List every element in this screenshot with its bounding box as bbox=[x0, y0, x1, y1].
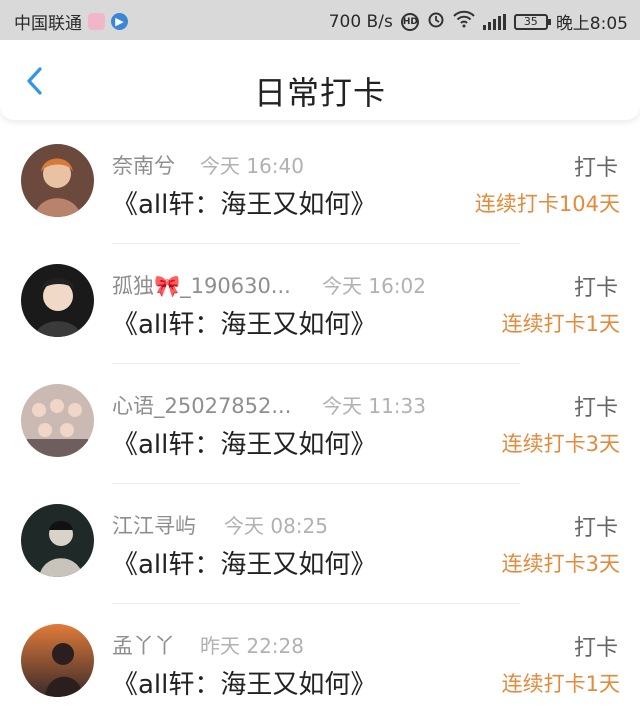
checkin-time: 今天 11:33 bbox=[322, 394, 426, 418]
wifi-icon bbox=[453, 10, 475, 33]
streak-label: 连续打卡1天 bbox=[501, 672, 620, 696]
checkin-list: 奈南兮 今天 16:40 《all轩：海王又如何》 打卡 连续打卡104天 孤独… bbox=[0, 124, 640, 724]
avatar[interactable] bbox=[21, 144, 94, 217]
book-title[interactable]: 《all轩：海王又如何》 bbox=[112, 544, 376, 581]
checkin-row[interactable]: 奈南兮 今天 16:40 《all轩：海王又如何》 打卡 连续打卡104天 bbox=[0, 124, 640, 244]
user-name[interactable]: 奈南兮 bbox=[112, 150, 175, 180]
signal-icon bbox=[482, 13, 506, 30]
page-title: 日常打卡 bbox=[253, 74, 386, 112]
book-title[interactable]: 《all轩：海王又如何》 bbox=[112, 424, 376, 461]
network-speed: 700 B/s bbox=[328, 11, 393, 32]
checkin-label: 打卡 bbox=[573, 276, 618, 301]
streak-label: 连续打卡3天 bbox=[501, 432, 620, 456]
checkin-row[interactable]: 心语_25027852... 今天 11:33 《all轩：海王又如何》 打卡 … bbox=[0, 364, 640, 484]
hd-icon: HD bbox=[400, 12, 419, 31]
checkin-time: 今天 16:40 bbox=[200, 154, 304, 178]
header: 日常打卡 bbox=[0, 40, 640, 120]
app-notification-icon bbox=[88, 13, 105, 30]
avatar[interactable] bbox=[21, 264, 94, 337]
streak-label: 连续打卡3天 bbox=[501, 552, 620, 576]
user-name[interactable]: 孤独🎀_190630... bbox=[112, 270, 291, 300]
user-name[interactable]: 心语_25027852... bbox=[112, 390, 291, 420]
avatar[interactable] bbox=[21, 624, 94, 697]
streak-label: 连续打卡104天 bbox=[474, 192, 620, 216]
avatar[interactable] bbox=[21, 384, 94, 457]
avatar[interactable] bbox=[21, 504, 94, 577]
battery-icon: 35 bbox=[513, 13, 551, 30]
checkin-label: 打卡 bbox=[573, 156, 618, 181]
checkin-label: 打卡 bbox=[573, 516, 618, 541]
app-badge-icon: ▶ bbox=[111, 13, 128, 30]
book-title[interactable]: 《all轩：海王又如何》 bbox=[112, 664, 376, 701]
user-name[interactable]: 江江寻屿 bbox=[112, 510, 196, 540]
checkin-row[interactable]: 孤独🎀_190630... 今天 16:02 《all轩：海王又如何》 打卡 连… bbox=[0, 244, 640, 364]
checkin-time: 今天 16:02 bbox=[322, 274, 426, 298]
battery-level: 35 bbox=[523, 14, 538, 28]
streak-label: 连续打卡1天 bbox=[501, 312, 620, 336]
checkin-time: 今天 08:25 bbox=[224, 514, 328, 538]
book-title[interactable]: 《all轩：海王又如何》 bbox=[112, 304, 376, 341]
user-name[interactable]: 孟丫丫 bbox=[112, 630, 175, 660]
checkin-label: 打卡 bbox=[573, 396, 618, 421]
clock-time: 晚上8:05 bbox=[555, 14, 628, 34]
status-left: 中国联通 ▶ bbox=[14, 9, 128, 34]
checkin-row[interactable]: 孟丫丫 昨天 22:28 《all轩：海王又如何》 打卡 连续打卡1天 bbox=[0, 604, 640, 724]
status-right: 700 B/s HD 35 晚上8:05 bbox=[329, 9, 628, 34]
alarm-icon bbox=[427, 10, 445, 33]
book-title[interactable]: 《all轩：海王又如何》 bbox=[112, 184, 376, 221]
checkin-label: 打卡 bbox=[573, 636, 618, 661]
carrier-label: 中国联通 bbox=[14, 14, 82, 34]
status-bar: 中国联通 ▶ 700 B/s HD 35 晚上8:05 bbox=[0, 0, 640, 40]
checkin-row[interactable]: 江江寻屿 今天 08:25 《all轩：海王又如何》 打卡 连续打卡3天 bbox=[0, 484, 640, 604]
checkin-time: 昨天 22:28 bbox=[200, 634, 304, 658]
